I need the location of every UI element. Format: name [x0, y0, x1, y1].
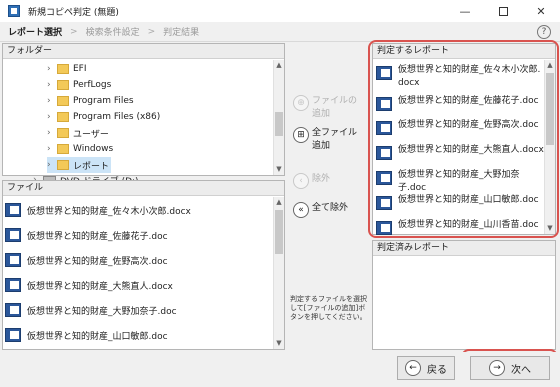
folder-icon: [57, 112, 69, 122]
chevron-right-icon[interactable]: ›: [47, 128, 57, 138]
arrow-right-icon: →: [489, 360, 505, 376]
minimize-button[interactable]: —: [446, 0, 484, 22]
add-file-button[interactable]: ⊕ ファイルの 追加: [293, 95, 357, 121]
scroll-down-icon[interactable]: ▼: [274, 338, 284, 349]
file-list-item[interactable]: 仮想世界と知的財産_山口敏郎.doc: [5, 324, 168, 346]
file-scrollbar[interactable]: ▲ ▼: [273, 197, 284, 349]
chevron-right-icon[interactable]: ›: [47, 112, 57, 122]
folder-panel-header: フォルダー: [3, 44, 284, 59]
judged-reports-panel: 判定済みレポート: [372, 240, 556, 350]
close-button[interactable]: ✕: [522, 0, 560, 22]
folder-panel: フォルダー › EFI › PerfLogs › Program Files ›…: [2, 43, 285, 187]
instruction-note: 判定するファイルを選択して[ファイルの追加]ボタンを押してください。: [290, 295, 367, 321]
step-bar: レポート選択 > 検索条件設定 > 判定結果 ?: [0, 22, 560, 42]
help-icon[interactable]: ?: [537, 25, 551, 39]
step-separator: >: [70, 26, 78, 37]
word-doc-icon: [5, 228, 21, 242]
file-panel-header: ファイル: [3, 181, 284, 196]
reports-panel-header: 判定するレポート: [373, 44, 555, 59]
file-list-item[interactable]: 仮想世界と知的財産_佐野高次.doc: [5, 249, 168, 271]
word-doc-icon: [376, 171, 392, 185]
folder-item-users[interactable]: › ユーザー: [47, 125, 109, 141]
folder-scrollbar[interactable]: ▲ ▼: [273, 60, 284, 175]
window-title: 新規コピペ判定 (無題): [28, 7, 119, 18]
chevron-right-icon[interactable]: ›: [47, 160, 57, 170]
file-list-item[interactable]: 仮想世界と知的財産_大熊直人.docx: [5, 274, 173, 296]
scroll-up-icon[interactable]: ▲: [545, 60, 555, 71]
maximize-icon: [498, 6, 508, 16]
folder-item-program-files-x86[interactable]: › Program Files (x86): [47, 109, 160, 125]
action-column: ⊕ ファイルの 追加 ⊞ 全ファイル 追加 ‹ 除外 « 全て除外 判定するファイル…: [287, 43, 369, 350]
file-list-item[interactable]: 仮想世界と知的財産_佐々木小次郎.docx: [5, 199, 191, 221]
chevron-right-icon[interactable]: ›: [47, 64, 57, 74]
word-doc-icon: [5, 328, 21, 342]
reports-to-judge-panel: 判定するレポート 仮想世界と知的財産_佐々木小次郎. docx 仮想世界と知的財産…: [372, 43, 556, 235]
file-list-item[interactable]: 仮想世界と知的財産_佐藤花子.doc: [5, 224, 168, 246]
folder-icon: [57, 96, 69, 106]
folder-icon: [57, 64, 69, 74]
add-file-icon: ⊕: [293, 95, 309, 111]
remove-button[interactable]: ‹ 除外: [293, 173, 330, 189]
scroll-thumb[interactable]: [275, 210, 283, 254]
folder-item-reports[interactable]: › レポート: [47, 157, 111, 173]
report-list-item[interactable]: 仮想世界と知的財産_佐野高次.doc: [376, 119, 544, 135]
word-doc-icon: [376, 221, 392, 235]
scroll-up-icon[interactable]: ▲: [274, 197, 284, 208]
scroll-up-icon[interactable]: ▲: [274, 60, 284, 71]
report-list-item[interactable]: 仮想世界と知的財産_大野加奈子.doc: [376, 169, 544, 195]
reports-scrollbar[interactable]: ▲ ▼: [544, 60, 555, 234]
chevron-right-icon[interactable]: ›: [47, 80, 57, 90]
folder-item-perflogs[interactable]: › PerfLogs: [47, 77, 111, 93]
chevron-right-icon[interactable]: ›: [47, 96, 57, 106]
judged-panel-header: 判定済みレポート: [373, 241, 555, 256]
chevron-left-icon: ‹: [293, 173, 309, 189]
word-doc-icon: [5, 278, 21, 292]
step-separator: >: [147, 26, 156, 37]
folder-item-efi[interactable]: › EFI: [47, 61, 87, 77]
add-all-files-button[interactable]: ⊞ 全ファイル 追加: [293, 127, 357, 153]
folder-icon: [57, 144, 69, 154]
word-doc-icon: [376, 66, 392, 80]
report-list-item[interactable]: 仮想世界と知的財産_佐藤花子.doc: [376, 95, 544, 111]
bottom-bar: ← 戻る → 次へ: [0, 352, 560, 387]
report-list-item[interactable]: 仮想世界と知的財産_大熊直人.docx: [376, 144, 544, 160]
double-chevron-left-icon: «: [293, 202, 309, 218]
word-doc-icon: [5, 203, 21, 217]
folder-item-program-files[interactable]: › Program Files: [47, 93, 134, 109]
step-results: 判定結果: [163, 28, 200, 38]
folder-icon: [57, 128, 69, 138]
arrow-left-icon: ←: [405, 360, 421, 376]
folder-icon: [57, 160, 69, 170]
report-list-item[interactable]: 仮想世界と知的財産_佐々木小次郎. docx: [376, 64, 544, 90]
scroll-down-icon[interactable]: ▼: [274, 164, 284, 175]
folder-item-windows[interactable]: › Windows: [47, 141, 113, 157]
folder-icon: [57, 80, 69, 90]
file-list-item[interactable]: 仮想世界と知的財産_大野加奈子.doc: [5, 299, 177, 321]
word-doc-icon: [376, 146, 392, 160]
word-doc-icon: [376, 121, 392, 135]
word-doc-icon: [376, 196, 392, 210]
add-all-icon: ⊞: [293, 127, 309, 143]
remove-all-button[interactable]: « 全て除外: [293, 202, 348, 218]
file-panel: ファイル 仮想世界と知的財産_佐々木小次郎.docx 仮想世界と知的財産_佐藤花…: [2, 180, 285, 350]
scroll-thumb[interactable]: [546, 73, 554, 145]
step-report-select: レポート選択: [8, 28, 63, 38]
back-button[interactable]: ← 戻る: [397, 356, 455, 380]
maximize-button[interactable]: [484, 0, 522, 22]
next-button[interactable]: → 次へ: [470, 356, 550, 380]
step-search-conditions: 検索条件設定: [85, 28, 140, 38]
title-bar: 新規コピペ判定 (無題) — ✕: [0, 0, 560, 22]
word-doc-icon: [5, 303, 21, 317]
word-doc-icon: [376, 97, 392, 111]
scroll-thumb[interactable]: [275, 112, 283, 136]
report-list-item[interactable]: 仮想世界と知的財産_山川香苗.doc: [376, 219, 544, 235]
chevron-right-icon[interactable]: ›: [47, 144, 57, 154]
report-list-item[interactable]: 仮想世界と知的財産_山口敏郎.doc: [376, 194, 544, 210]
app-icon: [8, 5, 20, 17]
scroll-down-icon[interactable]: ▼: [545, 223, 555, 234]
word-doc-icon: [5, 253, 21, 267]
